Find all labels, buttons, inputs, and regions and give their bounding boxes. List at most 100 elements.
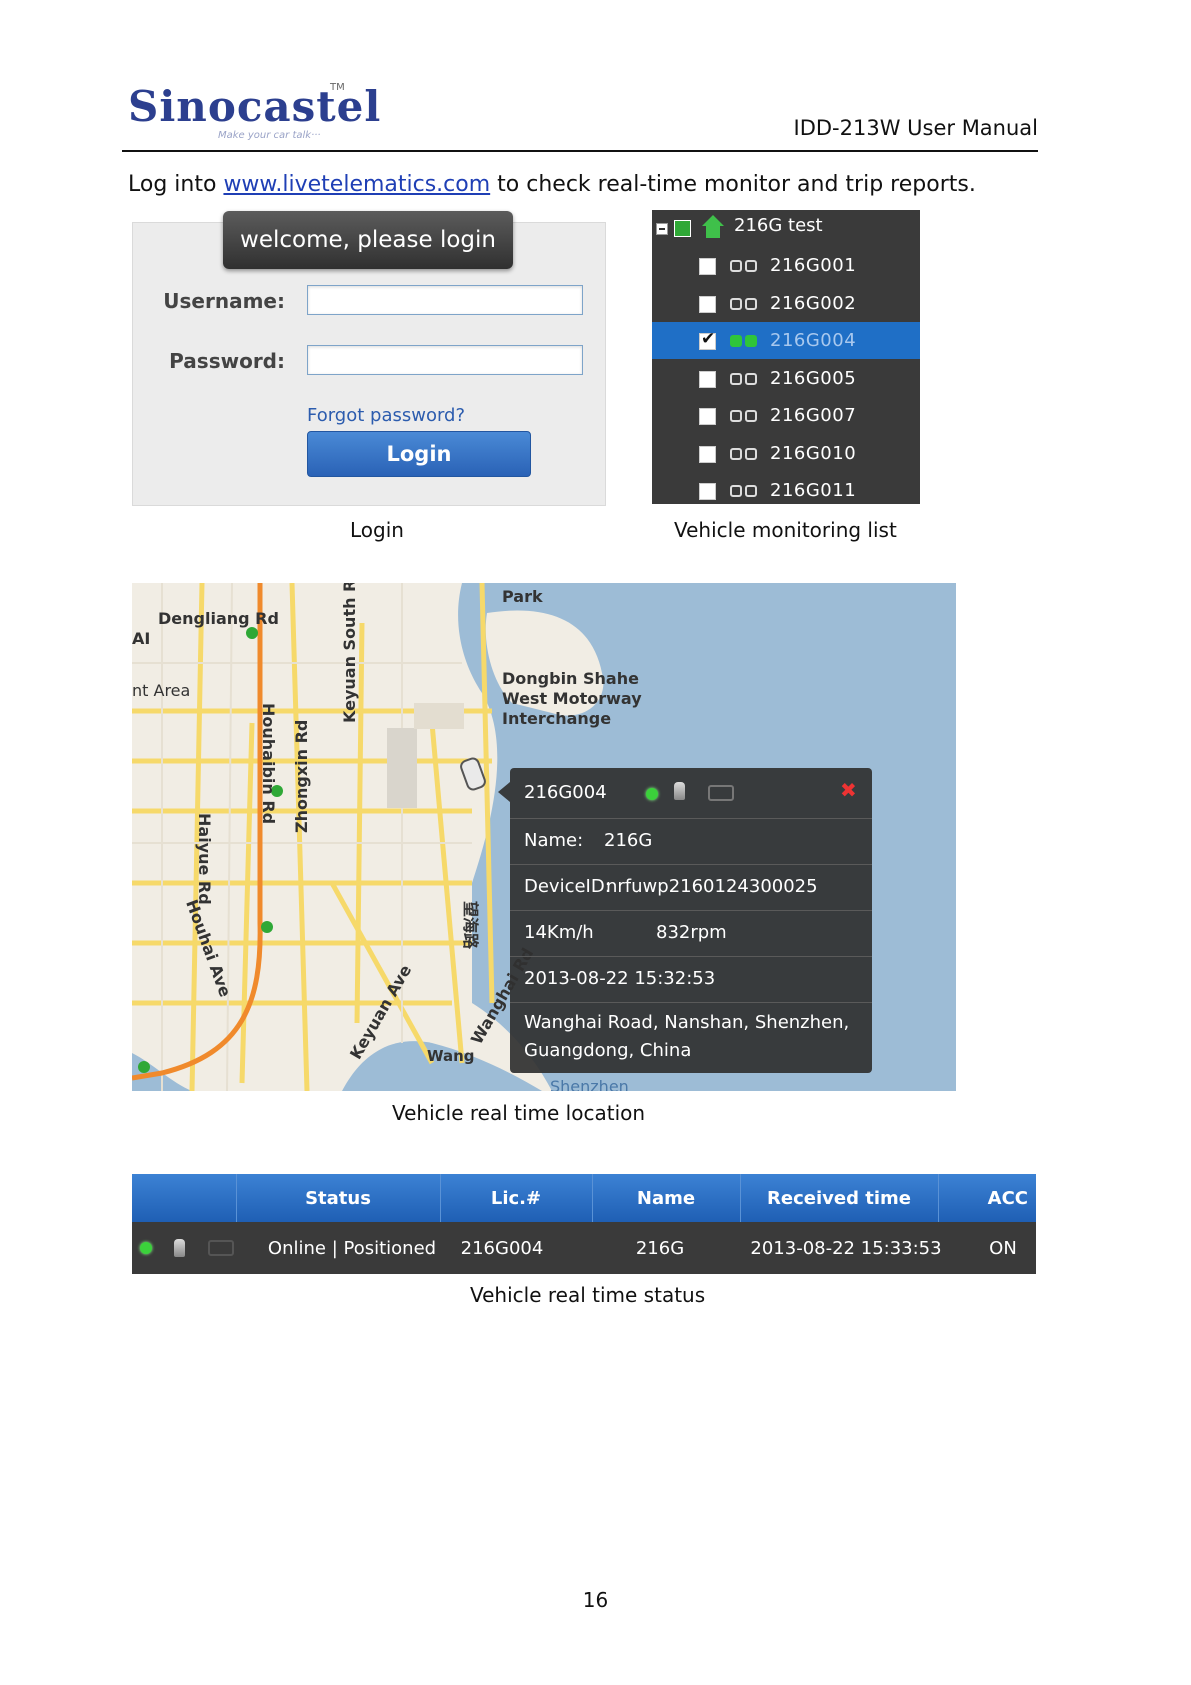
vehicle-id: 216G002 [770,293,857,314]
vehicle-row[interactable]: 216G011 [652,472,920,509]
vehicle-info-popup: 216G004 ✖ Name: 216G DeviceID: nrfuwp216… [498,768,872,1073]
vehicle-row[interactable]: 216G001 [652,247,920,284]
vehicle-group-row[interactable]: 216G test [652,210,920,247]
map-label-west-motorway: West Motorway [502,689,642,708]
online-status-icon [646,788,658,800]
vehicle-icon [728,298,760,310]
home-icon [702,215,724,226]
cell-status: Online | Positioned [267,1237,437,1259]
logo-trademark: TM [330,82,345,93]
vehicle-id: 216G001 [770,255,857,276]
collapse-icon[interactable] [656,223,668,235]
login-button[interactable]: Login [307,431,531,477]
vehicle-icon [728,448,760,460]
check-icon: ✔ [701,329,716,349]
vehicle-row-selected[interactable]: ✔ 216G004 [652,322,920,359]
engine-icon [708,785,734,801]
vehicle-checkbox-checked[interactable]: ✔ [699,329,716,350]
cell-received-time: 2013-08-22 15:33:53 [750,1237,942,1259]
password-label: Password: [169,349,285,373]
popup-deviceid-value: nrfuwp2160124300025 [606,876,818,897]
close-icon[interactable]: ✖ [840,778,857,802]
popup-speed-row: 14Km/h 832rpm [510,910,872,957]
livetelematics-link[interactable]: www.livetelematics.com [223,172,490,197]
map-label-ai: AI [132,629,151,648]
map-label-chinese-road: 望海路 [461,901,480,950]
column-header-received-time[interactable]: Received time [740,1174,938,1222]
column-header-lic[interactable]: Lic.# [440,1174,592,1222]
vehicle-icon [728,373,760,385]
header-divider [122,150,1038,152]
vehicle-id: 216G004 [770,330,857,351]
popup-name-row: Name: 216G [510,818,872,865]
username-input[interactable] [307,285,583,315]
vehicle-row[interactable]: 216G010 [652,435,920,472]
status-table-caption: Vehicle real time status [470,1283,706,1307]
vehicle-id: 216G010 [770,443,857,464]
map-caption: Vehicle real time location [392,1101,646,1125]
vehicle-row[interactable]: 216G002 [652,285,920,322]
vehicle-row[interactable]: 216G007 [652,397,920,434]
map-label-park: Park [502,587,543,606]
intro-text-after: to check real-time monitor and trip repo… [490,172,976,197]
vehicle-row[interactable]: 216G005 [652,360,920,397]
popup-device: 216G004 [524,782,607,803]
map-label-dengliang: Dengliang Rd [158,609,279,628]
vehicle-icon [728,485,760,497]
map-label-keyuan-south: Keyuan South Rd [340,583,359,723]
table-row[interactable]: Online | Positioned 216G004 216G 2013-08… [132,1222,1036,1274]
vehicle-list-caption: Vehicle monitoring list [674,518,897,542]
username-label: Username: [163,289,285,313]
popup-rpm: 832rpm [656,922,727,943]
page-number: 16 [582,1588,609,1612]
password-input[interactable] [307,345,583,375]
map-label-nt-area: nt Area [132,681,191,700]
manual-title: IDD-213W User Manual [793,116,1038,140]
popup-pointer [498,782,510,802]
intro-text-before: Log into [128,172,224,197]
vehicle-status-table: Status Lic.# Name Received time ACC Onli… [132,1174,1036,1274]
map-label-dongbin: Dongbin Shahe [502,669,639,688]
popup-deviceid-row: DeviceID: nrfuwp2160124300025 [510,864,872,911]
vehicle-checkbox[interactable] [699,296,716,313]
logo-tagline: Make your car talk··· [218,130,321,141]
vehicle-icon-active [728,335,760,347]
popup-speed: 14Km/h [524,922,594,943]
vehicle-icon [728,260,760,272]
popup-datetime: 2013-08-22 15:32:53 [524,968,716,989]
popup-name-value: 216G [604,830,653,851]
map-label-wang: Wang [427,1047,475,1065]
popup-address-line2: Guangdong, China [524,1040,692,1061]
vehicle-checkbox[interactable] [699,446,716,463]
intro-paragraph: Log into www.livetelematics.com to check… [128,172,976,197]
popup-header: 216G004 ✖ [510,768,872,819]
welcome-banner: welcome, please login here [223,211,513,311]
vehicle-id: 216G011 [770,480,857,501]
gps-icon [174,1239,185,1257]
map-label-houhaibin: Houhaibin Rd [259,703,278,825]
cell-name: 216G [635,1237,685,1259]
map-label-zhongxin: Zhongxin Rd [292,719,311,833]
column-header-status[interactable]: Status [236,1174,440,1222]
vehicle-checkbox[interactable] [699,483,716,500]
status-table-header: Status Lic.# Name Received time ACC [132,1174,1036,1222]
group-checkbox[interactable] [674,220,691,237]
vehicle-id: 216G005 [770,368,857,389]
cell-acc: ON [989,1237,1017,1259]
popup-address-line1: Wanghai Road, Nanshan, Shenzhen, [524,1012,850,1033]
online-status-icon [140,1242,152,1254]
vehicle-monitoring-list: 216G test 216G001 216G002 ✔ 216G004 216G… [652,210,920,504]
vehicle-checkbox[interactable] [699,408,716,425]
column-header-acc[interactable]: ACC [938,1174,1036,1222]
vehicle-checkbox[interactable] [699,258,716,275]
map-label-interchange: Interchange [502,709,612,728]
engine-icon [208,1240,234,1256]
group-name: 216G test [734,215,823,236]
vehicle-checkbox[interactable] [699,371,716,388]
gps-icon [674,782,685,800]
popup-name-label: Name: [524,830,584,851]
forgot-password-link[interactable]: Forgot password? [307,405,465,426]
login-caption: Login [350,518,404,542]
popup-deviceid-label: DeviceID: [524,876,611,897]
column-header-name[interactable]: Name [592,1174,740,1222]
